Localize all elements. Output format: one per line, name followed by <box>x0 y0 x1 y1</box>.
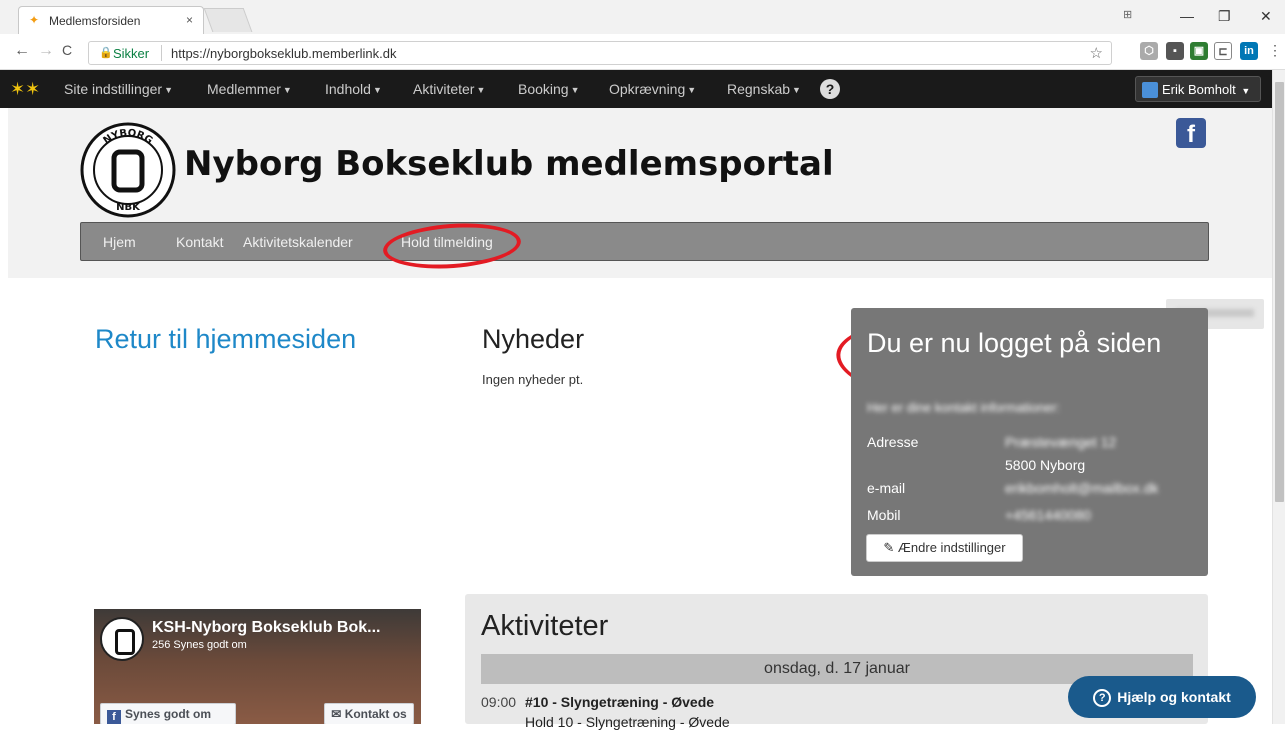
facebook-icon[interactable]: f <box>1176 118 1206 148</box>
browser-tab[interactable]: ✦ Medlemsforsiden × <box>18 6 204 34</box>
mail-icon: ✉ <box>331 707 342 721</box>
shield-icon[interactable]: ⬡ <box>1140 42 1158 60</box>
facebook-icon: f <box>107 710 121 724</box>
return-link[interactable]: Retur til hjemmesiden <box>95 324 356 355</box>
scroll-thumb[interactable] <box>1275 82 1284 502</box>
mobile-label: Mobil <box>867 507 901 523</box>
facebook-page-avatar[interactable] <box>100 617 144 661</box>
mobile-value: +4561440080 <box>1005 507 1092 523</box>
maximize-button[interactable]: ❐ <box>1218 8 1231 25</box>
favicon-icon: ✦ <box>29 13 40 27</box>
divider <box>161 45 162 61</box>
user-name: Erik Bomholt ▼ <box>1162 82 1251 97</box>
new-tab-button[interactable] <box>203 8 253 32</box>
edit-settings-button[interactable]: ✎ Ændre indstillinger <box>866 534 1023 562</box>
dropbox-icon[interactable]: ▪ <box>1166 42 1184 60</box>
address-toolbar: ← → C 🔒 Sikker https://nyborgbokseklub.m… <box>0 34 1285 70</box>
email-label: e-mail <box>867 480 906 496</box>
help-icon: ? <box>1093 689 1112 707</box>
tab-title: Medlemsforsiden <box>49 14 141 28</box>
address-line-1: Præstevænget 12 <box>1005 434 1117 450</box>
menu-indhold[interactable]: Indhold ▼ <box>325 81 382 97</box>
url-bar[interactable]: 🔒 Sikker https://nyborgbokseklub.memberl… <box>88 41 1112 65</box>
news-heading: Nyheder <box>482 324 585 354</box>
menu-site-indstillinger[interactable]: Site indstillinger ▼ <box>64 81 173 97</box>
close-window-button[interactable]: ✕ <box>1260 8 1272 25</box>
subnav-item-kontakt[interactable]: Kontakt <box>176 234 223 250</box>
tab-close-icon[interactable]: × <box>186 13 193 27</box>
activities-heading: Aktiviteter <box>481 610 609 642</box>
url-text[interactable]: https://nyborgbokseklub.memberlink.dk <box>171 46 396 61</box>
facebook-contact-button[interactable]: ✉ Kontakt os <box>324 703 414 724</box>
subnav-item-hjem[interactable]: Hjem <box>103 234 136 250</box>
profile-icon[interactable]: ⊞ <box>1123 8 1132 21</box>
address-label: Adresse <box>867 434 919 450</box>
menu-aktiviteter[interactable]: Aktiviteter ▼ <box>413 81 485 97</box>
login-subtitle: Her er dine kontakt informationer: <box>867 400 1060 415</box>
minimize-button[interactable]: — <box>1180 8 1194 24</box>
club-logo: NYBORG NBK <box>80 122 176 218</box>
forward-button[interactable]: → <box>38 42 54 60</box>
email-value: erikbomholt@mailbox.dk <box>1005 480 1159 496</box>
browser-tab-strip: ✦ Medlemsforsiden × ⊞ — ❐ ✕ <box>0 0 1285 34</box>
list-item[interactable]: Hold 10 - Slyngetræning - Øvede <box>481 714 730 730</box>
cast-icon[interactable]: ⊏ <box>1214 42 1232 60</box>
menu-opkraevning[interactable]: Opkrævning ▼ <box>609 81 696 97</box>
memberlink-logo-icon[interactable]: ✶✶ <box>10 79 40 99</box>
menu-regnskab[interactable]: Regnskab ▼ <box>727 81 801 97</box>
reload-button[interactable]: C <box>62 42 72 58</box>
subnav-item-aktivitetskalender[interactable]: Aktivitetskalender <box>243 234 353 250</box>
back-button[interactable]: ← <box>14 42 30 60</box>
svg-text:NBK: NBK <box>116 202 141 213</box>
page-title: Nyborg Bokseklub medlemsportal <box>184 144 834 184</box>
page-scrollbar[interactable] <box>1272 70 1285 724</box>
user-menu-button[interactable]: Erik Bomholt ▼ <box>1135 76 1261 102</box>
news-text: Ingen nyheder pt. <box>482 372 584 387</box>
menu-medlemmer[interactable]: Medlemmer ▼ <box>207 81 292 97</box>
facebook-like-button[interactable]: fSynes godt om side <box>100 703 236 724</box>
subnav-item-hold-tilmelding[interactable]: Hold tilmelding <box>401 234 493 250</box>
lock-icon: 🔒 <box>99 47 113 59</box>
site-subnav: Hjem Kontakt Aktivitetskalender Hold til… <box>80 222 1209 261</box>
avatar <box>1142 82 1158 98</box>
facebook-page-widget[interactable]: KSH-Nyborg Bokseklub Bok... 256 Synes go… <box>94 609 421 724</box>
menu-icon[interactable]: ⋮ <box>1268 42 1282 59</box>
list-item[interactable]: 09:00 #10 - Slyngetræning - Øvede <box>481 694 714 710</box>
linkedin-icon[interactable]: in <box>1240 42 1258 60</box>
bookmark-star-icon[interactable]: ☆ <box>1090 44 1103 62</box>
login-title: Du er nu logget på siden <box>867 328 1162 358</box>
login-info-panel: Du er nu logget på siden Her er dine kon… <box>851 308 1208 576</box>
facebook-likes-count: 256 Synes godt om <box>152 639 247 651</box>
site-top-navbar: ✶✶ Site indstillinger ▼ Medlemmer ▼ Indhol… <box>0 70 1272 108</box>
facebook-page-name[interactable]: KSH-Nyborg Bokseklub Bok... <box>152 619 380 637</box>
secure-label: Sikker <box>113 46 150 61</box>
help-contact-button[interactable]: ? Hjælp og kontakt <box>1068 676 1256 718</box>
puzzle-icon[interactable]: ▣ <box>1190 42 1208 60</box>
address-line-2: 5800 Nyborg <box>1005 457 1086 473</box>
menu-booking[interactable]: Booking ▼ <box>518 81 580 97</box>
help-icon[interactable]: ? <box>820 79 840 99</box>
edit-icon: ✎ <box>883 540 895 555</box>
